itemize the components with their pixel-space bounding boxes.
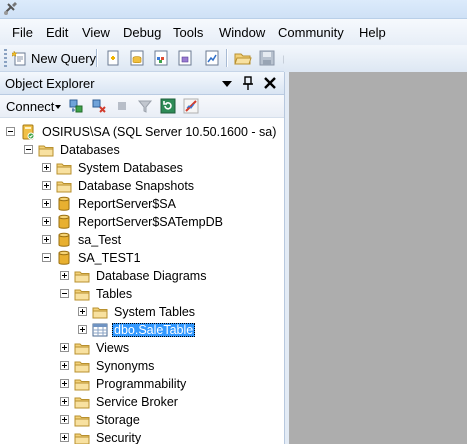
object-explorer-header: Object Explorer xyxy=(0,72,284,95)
tree-label-sa-test: sa_Test xyxy=(78,233,122,247)
open-folder-icon[interactable] xyxy=(234,49,252,67)
tree-label-database-snapshots: Database Snapshots xyxy=(78,179,195,193)
expand-icon[interactable] xyxy=(60,415,69,424)
tree-label-storage: Storage xyxy=(96,413,140,427)
connect-button[interactable]: Connect xyxy=(6,99,54,114)
object-explorer-toolbar: Connect xyxy=(0,95,284,118)
expand-icon[interactable] xyxy=(60,343,69,352)
activity-monitor-icon[interactable] xyxy=(183,98,199,114)
tree-label-reportserver-sa-tempdb: ReportServer$SATempDB xyxy=(78,215,223,229)
filter-icon[interactable] xyxy=(137,98,153,114)
collapse-icon[interactable] xyxy=(24,145,33,154)
folder-icon xyxy=(74,433,90,444)
title-bar xyxy=(0,0,467,19)
tree-label-system-databases: System Databases xyxy=(78,161,183,175)
document-area xyxy=(289,72,467,444)
menu-edit[interactable]: Edit xyxy=(46,25,68,40)
toolbar-grip[interactable] xyxy=(4,49,7,67)
database-icon xyxy=(58,214,70,229)
dmx-query-icon[interactable] xyxy=(203,49,221,67)
expand-icon[interactable] xyxy=(60,397,69,406)
menu-bar: File Edit View Debug Tools Window Commun… xyxy=(0,19,467,45)
folder-icon xyxy=(74,343,90,355)
toolbar-empty-area xyxy=(284,45,467,72)
folder-icon xyxy=(56,163,72,175)
object-explorer-tree: OSIRUS\SA (SQL Server 10.50.1600 - sa) D… xyxy=(0,118,284,444)
auto-hide-pin-icon[interactable] xyxy=(240,75,256,91)
folder-icon xyxy=(92,307,108,319)
menu-debug[interactable]: Debug xyxy=(123,25,161,40)
new-query-label: New Query xyxy=(31,51,97,66)
expand-icon[interactable] xyxy=(42,217,51,226)
folder-icon xyxy=(74,361,90,373)
stop-icon[interactable] xyxy=(114,98,130,114)
tree-label-sa-test1: SA_TEST1 xyxy=(78,251,141,265)
folder-icon xyxy=(56,181,72,193)
tree-label-synonyms: Synonyms xyxy=(96,359,155,373)
expand-icon[interactable] xyxy=(60,379,69,388)
menu-file[interactable]: File xyxy=(12,25,33,40)
object-explorer-panel: Object Explorer Connect OSIRUS\SA (SQL S… xyxy=(0,72,284,444)
folder-icon xyxy=(74,289,90,301)
collapse-icon[interactable] xyxy=(6,127,15,136)
toolbar-separator xyxy=(226,49,227,67)
database-icon xyxy=(58,250,70,265)
object-explorer-title: Object Explorer xyxy=(5,76,95,91)
toolbar-separator xyxy=(96,49,97,67)
ssms-app-icon[interactable] xyxy=(2,1,18,17)
ssms-window: File Edit View Debug Tools Window Commun… xyxy=(0,0,467,444)
folder-icon xyxy=(74,415,90,427)
tree-label-server: OSIRUS\SA (SQL Server 10.50.1600 - sa) xyxy=(42,125,277,139)
refresh-icon[interactable] xyxy=(160,98,176,114)
expand-icon[interactable] xyxy=(42,181,51,190)
close-icon[interactable] xyxy=(262,75,278,91)
tree-label-system-tables: System Tables xyxy=(114,305,196,319)
tree-label-views: Views xyxy=(96,341,130,355)
menu-community[interactable]: Community xyxy=(278,25,344,40)
folder-icon xyxy=(74,397,90,409)
table-icon xyxy=(92,323,108,337)
folder-icon xyxy=(74,379,90,391)
disconnect-icon[interactable] xyxy=(91,98,107,114)
database-icon xyxy=(58,232,70,247)
folder-icon xyxy=(38,145,54,157)
expand-icon[interactable] xyxy=(60,361,69,370)
mdx-query-icon[interactable] xyxy=(176,49,194,67)
tree-label-reportserver-sa: ReportServer$SA xyxy=(78,197,176,211)
server-icon xyxy=(22,124,35,140)
new-query-icon xyxy=(12,50,26,66)
tree-label-tables: Tables xyxy=(96,287,133,301)
tree-label-sale-table: dbo.SaleTable xyxy=(112,323,196,337)
tree-label-database-diagrams: Database Diagrams xyxy=(96,269,207,283)
menu-help[interactable]: Help xyxy=(359,25,386,40)
database-engine-query-icon[interactable] xyxy=(128,49,146,67)
tree-label-programmability: Programmability xyxy=(96,377,187,391)
menu-view[interactable]: View xyxy=(82,25,110,40)
connect-dropdown-icon[interactable] xyxy=(55,105,61,109)
expand-icon[interactable] xyxy=(42,235,51,244)
new-file-icon[interactable] xyxy=(104,49,122,67)
expand-icon[interactable] xyxy=(42,199,51,208)
expand-icon[interactable] xyxy=(78,325,87,334)
connect-object-explorer-icon[interactable] xyxy=(68,98,84,114)
expand-icon[interactable] xyxy=(78,307,87,316)
new-query-button[interactable]: New Query xyxy=(10,49,96,67)
menu-window[interactable]: Window xyxy=(219,25,265,40)
folder-icon xyxy=(74,271,90,283)
tree-label-security: Security xyxy=(96,431,142,444)
database-icon xyxy=(58,196,70,211)
window-position-dropdown-icon[interactable] xyxy=(219,75,235,91)
collapse-icon[interactable] xyxy=(42,253,51,262)
expand-icon[interactable] xyxy=(42,163,51,172)
expand-icon[interactable] xyxy=(60,271,69,280)
expand-icon[interactable] xyxy=(60,433,69,442)
save-icon[interactable] xyxy=(258,49,276,67)
tree-label-service-broker: Service Broker xyxy=(96,395,178,409)
tree-label-databases: Databases xyxy=(60,143,120,157)
menu-tools[interactable]: Tools xyxy=(173,25,203,40)
collapse-icon[interactable] xyxy=(60,289,69,298)
analysis-query-icon[interactable] xyxy=(152,49,170,67)
